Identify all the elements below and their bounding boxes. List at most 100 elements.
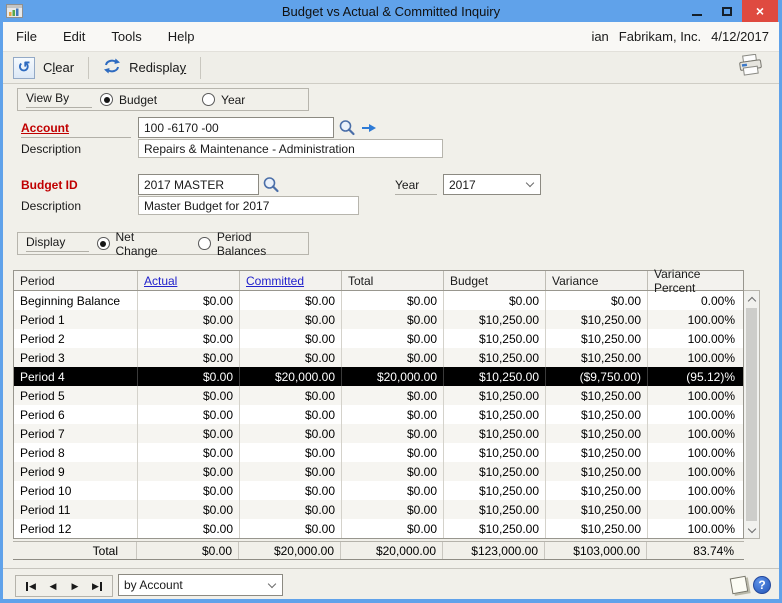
clear-label: Clear [43,60,75,75]
nav-previous-button[interactable]: ◀ [43,577,63,595]
maximize-button[interactable] [712,0,742,22]
grid-row[interactable]: Beginning Balance $0.00 $0.00 $0.00 $0.0… [14,291,743,310]
grid-row[interactable]: Period 8 $0.00 $0.00 $0.00 $10,250.00 $1… [14,443,743,462]
statusbar: ◀ ◀ ▶ ▶ by Account ? [3,568,779,599]
account-description-label: Description [21,142,82,156]
cell-total: $0.00 [342,443,444,462]
view-by-label: View By [26,91,92,108]
cell-variance: $10,250.00 [546,329,648,348]
menubar: File Edit Tools Help ian Fabrikam, Inc. … [3,22,779,52]
window-content: View By Budget Year Account 100 -6170 -0… [3,84,779,568]
cell-variance: $10,250.00 [546,348,648,367]
budget-id-label: Budget ID [21,178,78,192]
cell-actual: $0.00 [138,310,240,329]
nav-next-button[interactable]: ▶ [65,577,85,595]
grid-row[interactable]: Period 7 $0.00 $0.00 $0.00 $10,250.00 $1… [14,424,743,443]
scrollbar-thumb[interactable] [746,308,757,521]
cell-variance-percent: 100.00% [687,483,735,498]
grid-row[interactable]: Period 5 $0.00 $0.00 $0.00 $10,250.00 $1… [14,386,743,405]
cell-period: Period 1 [14,310,138,329]
cell-variance-percent: 100.00% [687,445,735,460]
cell-total: $0.00 [342,481,444,500]
grid-row[interactable]: Period 4 $0.00 $20,000.00 $20,000.00 $10… [14,367,743,386]
cell-variance: $10,250.00 [546,424,648,443]
account-description-value: Repairs & Maintenance - Administration [138,139,443,158]
budget-description-value: Master Budget for 2017 [138,196,359,215]
cell-variance-percent: 0.00% [700,293,735,308]
redisplay-label: Redisplay [129,60,187,75]
redisplay-button[interactable]: Redisplay [93,55,196,81]
cell-variance-percent: (95.12)% [686,369,735,384]
cell-variance: $10,250.00 [546,519,648,538]
cell-actual: $0.00 [138,405,240,424]
cell-period: Period 11 [14,500,138,519]
display-period-balances-radio[interactable]: Period Balances [198,230,300,258]
column-actual-link[interactable]: Actual [138,271,240,290]
column-committed-link[interactable]: Committed [240,271,342,290]
view-by-budget-radio[interactable]: Budget [100,93,157,107]
grid-row[interactable]: Period 10 $0.00 $0.00 $0.00 $10,250.00 $… [14,481,743,500]
radio-unselected-icon [202,93,216,106]
menu-tools[interactable]: Tools [98,29,154,44]
scroll-down-icon[interactable] [744,522,759,538]
cell-committed: $0.00 [240,291,342,310]
cell-variance-percent: 100.00% [687,426,735,441]
nav-last-button[interactable]: ▶ [87,577,107,595]
note-icon[interactable] [729,575,749,595]
menu-help[interactable]: Help [155,29,208,44]
cell-actual: $0.00 [138,329,240,348]
minimize-button[interactable] [682,0,712,22]
cell-total: $0.00 [342,329,444,348]
budget-lookup-icon[interactable] [261,175,281,195]
cell-total: $0.00 [342,348,444,367]
session-info: ian Fabrikam, Inc. 4/12/2017 [591,29,769,44]
cell-committed: $0.00 [240,386,342,405]
account-label[interactable]: Account [21,121,131,138]
cell-total: $20,000.00 [342,367,444,386]
sort-by-combobox[interactable]: by Account [118,574,283,596]
nav-first-button[interactable]: ◀ [21,577,41,595]
session-date[interactable]: 4/12/2017 [711,29,769,44]
grid-header: Period Actual Committed Total Budget Var… [14,267,743,295]
scroll-up-icon[interactable] [744,291,759,307]
cell-committed: $0.00 [240,519,342,538]
grid-row[interactable]: Period 9 $0.00 $0.00 $0.00 $10,250.00 $1… [14,462,743,481]
help-icon[interactable]: ? [753,576,771,594]
print-icon[interactable] [737,53,765,81]
menu-edit[interactable]: Edit [50,29,98,44]
account-lookup-icon[interactable] [337,118,357,138]
company-name[interactable]: Fabrikam, Inc. [619,29,701,44]
grid-total-row: Total $0.00 $20,000.00 $20,000.00 $123,0… [13,541,744,560]
grid-row[interactable]: Period 11 $0.00 $0.00 $0.00 $10,250.00 $… [14,500,743,519]
cell-budget: $10,250.00 [444,405,546,424]
clear-button[interactable]: ↺ Clear [3,55,84,81]
cell-total: $0.00 [342,519,444,538]
cell-budget: $10,250.00 [444,367,546,386]
close-button[interactable]: × [742,0,778,22]
year-combobox[interactable]: 2017 [443,174,541,195]
total-label: Total [13,542,137,559]
display-net-change-radio[interactable]: Net Change [97,230,176,258]
menu-file[interactable]: File [3,29,50,44]
cell-period: Period 7 [14,424,138,443]
budget-id-input[interactable]: 2017 MASTER [138,174,259,195]
cell-budget: $10,250.00 [444,386,546,405]
account-expand-arrow-icon[interactable] [359,118,379,138]
cell-variance: $10,250.00 [546,386,648,405]
year-label: Year [395,178,437,195]
cell-budget: $10,250.00 [444,348,546,367]
account-input[interactable]: 100 -6170 -00 [138,117,334,138]
cell-variance: $10,250.00 [546,462,648,481]
vertical-scrollbar[interactable] [744,290,760,539]
grid-row[interactable]: Period 12 $0.00 $0.00 $0.00 $10,250.00 $… [14,519,743,538]
total-budget: $123,000.00 [443,542,545,559]
view-by-year-radio[interactable]: Year [202,93,245,107]
cell-actual: $0.00 [138,500,240,519]
grid-row[interactable]: Period 6 $0.00 $0.00 $0.00 $10,250.00 $1… [14,405,743,424]
grid-row[interactable]: Period 3 $0.00 $0.00 $0.00 $10,250.00 $1… [14,348,743,367]
budget-description-label: Description [21,199,82,213]
grid-row[interactable]: Period 1 $0.00 $0.00 $0.00 $10,250.00 $1… [14,310,743,329]
total-variance: $103,000.00 [545,542,647,559]
chevron-down-icon [525,178,535,188]
grid-row[interactable]: Period 2 $0.00 $0.00 $0.00 $10,250.00 $1… [14,329,743,348]
